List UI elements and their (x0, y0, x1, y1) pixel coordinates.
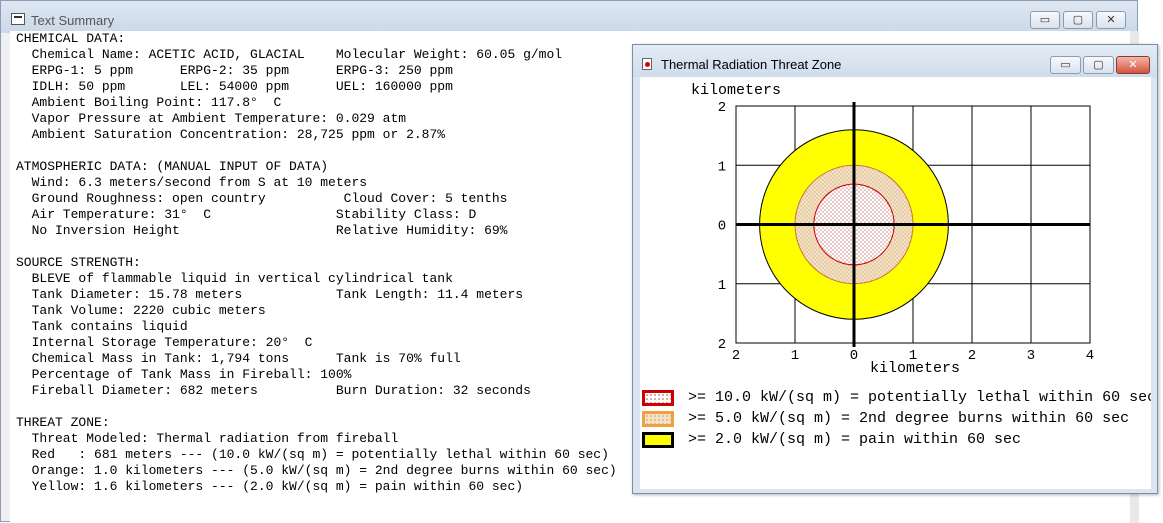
legend-label: >= 2.0 kW/(sq m) = pain within 60 sec (688, 431, 1022, 448)
x-tick-label: 4 (1086, 348, 1094, 364)
x-tick-label: 1 (791, 348, 799, 364)
x-tick-label: 2 (732, 348, 740, 364)
y-tick-labels: 2 1 0 1 2 (718, 100, 726, 353)
y-axis-unit-label: kilometers (691, 82, 781, 99)
legend-item: >= 2.0 kW/(sq m) = pain within 60 sec (642, 430, 1151, 450)
x-tick-label: 2 (968, 348, 976, 364)
y-tick-label: 1 (718, 278, 726, 294)
legend-swatch (642, 432, 674, 448)
title-bar[interactable]: Text Summary ▭ ▢ ✕ (1, 1, 1137, 33)
x-tick-label: 0 (850, 348, 858, 364)
threat-maximize-button[interactable]: ▢ (1083, 56, 1114, 74)
y-tick-label: 0 (718, 219, 726, 235)
y-tick-label: 2 (718, 337, 726, 353)
legend-item: >= 5.0 kW/(sq m) = 2nd degree burns with… (642, 409, 1151, 429)
threat-close-button[interactable]: ✕ (1116, 56, 1150, 74)
threat-minimize-button[interactable]: ▭ (1050, 56, 1081, 74)
x-tick-label: 3 (1027, 348, 1035, 364)
legend-swatch (642, 390, 674, 406)
close-button[interactable]: ✕ (1096, 11, 1126, 29)
maximize-button[interactable]: ▢ (1063, 11, 1093, 29)
y-tick-label: 2 (718, 100, 726, 116)
window-icon (11, 13, 25, 25)
legend-item: >= 10.0 kW/(sq m) = potentially lethal w… (642, 388, 1151, 408)
y-tick-label: 1 (718, 159, 726, 175)
minimize-button[interactable]: ▭ (1030, 11, 1060, 29)
window-title: Text Summary (31, 13, 115, 28)
x-axis-unit-label: kilometers (870, 360, 960, 377)
legend-label: >= 5.0 kW/(sq m) = 2nd degree burns with… (688, 410, 1130, 427)
threat-zone-window: Thermal Radiation Threat Zone ▭ ▢ ✕ kilo… (632, 44, 1158, 494)
threat-zone-plot: kilometers 2 1 0 1 2 2 1 0 1 2 3 4 kilometers (691, 82, 1094, 377)
legend-label: >= 10.0 kW/(sq m) = potentially lethal w… (688, 389, 1151, 406)
threat-window-title: Thermal Radiation Threat Zone (661, 57, 842, 72)
threat-plot-area: kilometers 2 1 0 1 2 2 1 0 1 2 3 4 kilometers >= 1… (640, 77, 1151, 489)
threat-title-bar[interactable]: Thermal Radiation Threat Zone ▭ ▢ ✕ (633, 45, 1157, 77)
aloha-icon (642, 58, 652, 70)
legend-swatch (642, 411, 674, 427)
